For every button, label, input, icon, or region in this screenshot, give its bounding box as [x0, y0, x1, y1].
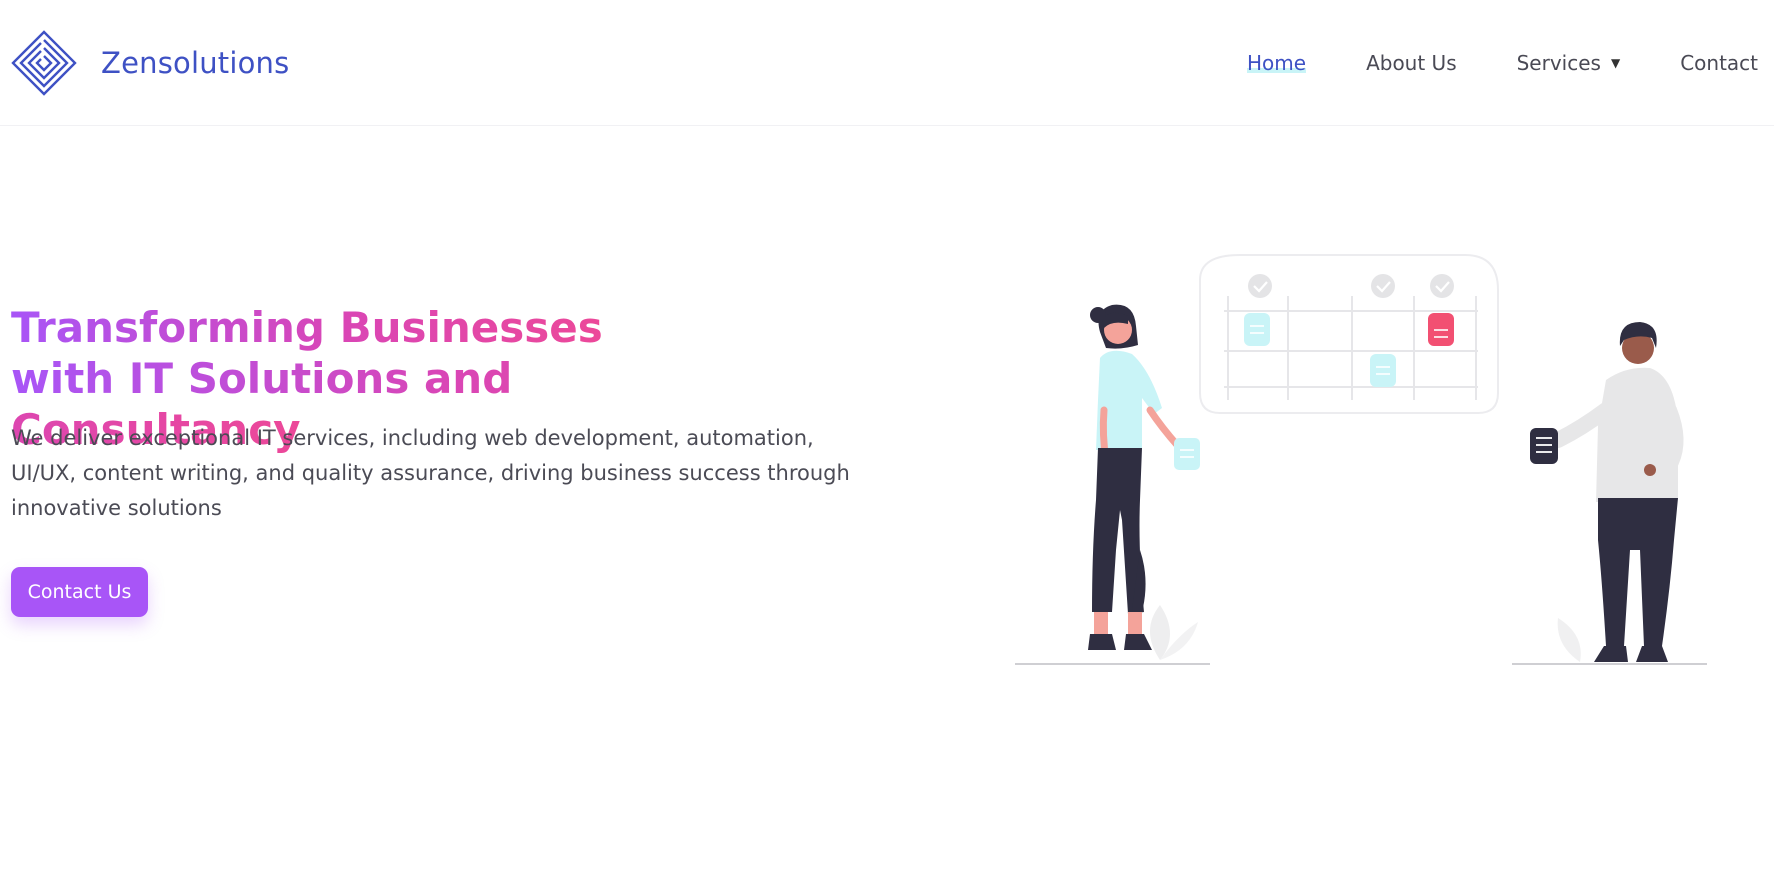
woman-figure	[1088, 304, 1200, 650]
nav-home-label: Home	[1247, 51, 1307, 75]
team-planning-board-illustration	[1015, 254, 1707, 665]
contact-us-button[interactable]: Contact Us	[11, 567, 148, 617]
main-nav: Home About Us Services ▼ Contact	[1187, 0, 1758, 126]
brand-name: Zensolutions	[101, 46, 290, 80]
diamond-maze-logo-icon	[11, 30, 77, 96]
nav-home-link[interactable]: Home	[1247, 51, 1307, 75]
planning-board	[1199, 254, 1499, 414]
nav-about-link[interactable]: About Us	[1366, 51, 1457, 75]
navbar: Zensolutions Home About Us Services ▼ Co…	[0, 0, 1774, 126]
hero-title-line-1: Transforming Businesses	[11, 303, 603, 352]
caret-down-icon: ▼	[1610, 56, 1621, 70]
nav-services-dropdown[interactable]: Services ▼	[1517, 51, 1621, 75]
nav-contact-label: Contact	[1680, 51, 1758, 75]
nav-contact-link[interactable]: Contact	[1680, 51, 1758, 75]
nav-services-label: Services	[1516, 51, 1601, 75]
man-figure	[1530, 322, 1684, 662]
brand[interactable]: Zensolutions	[11, 30, 289, 96]
nav-about-label: About Us	[1366, 51, 1457, 75]
hero-description: We deliver exceptional IT services, incl…	[11, 426, 850, 520]
